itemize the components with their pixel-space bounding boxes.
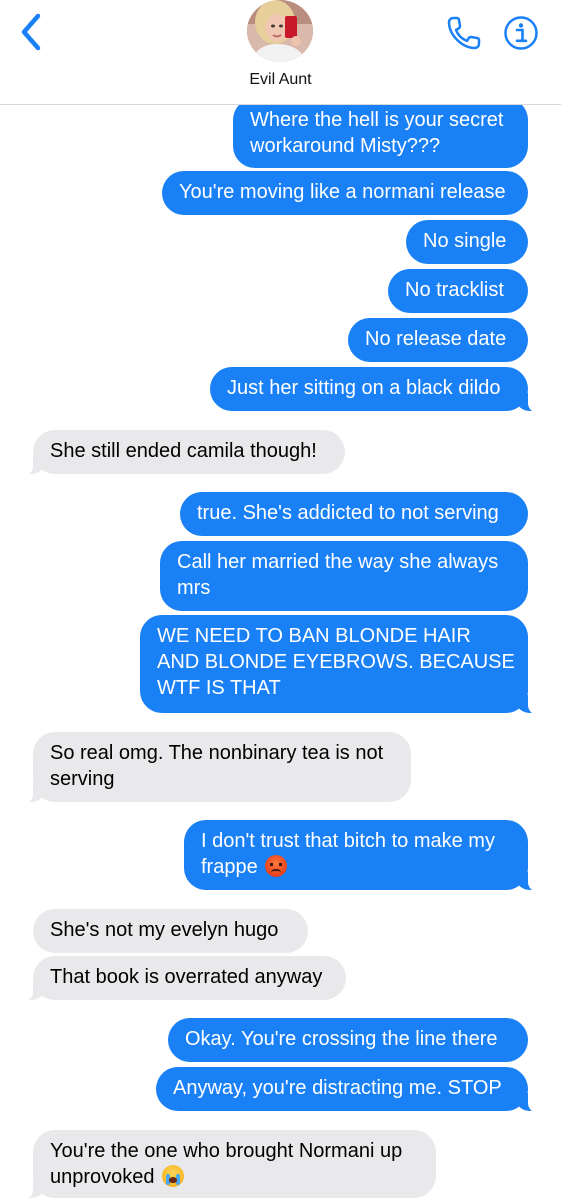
info-button[interactable] [503,15,539,51]
message-text: Okay. You're crossing the line there [185,1028,498,1050]
message-bubble-incoming[interactable]: You're the one who brought Normani up un… [19,1130,436,1200]
phone-icon [447,16,481,50]
call-button[interactable] [444,13,484,53]
message-text: No tracklist [405,279,504,301]
message-text-line: WE NEED TO BAN BLONDE HAIR [157,625,471,647]
message-text-fragment: unprovoked [50,1166,155,1188]
message-bubble-outgoing[interactable]: true. She's addicted to not serving [180,492,528,536]
angry-face-icon [265,855,288,877]
message-bubble-outgoing[interactable]: Just her sitting on a black dildo [210,367,542,413]
message-text: You're moving like a normani release [179,181,506,203]
message-text: That book is overrated anyway [50,966,323,988]
message-text-fragment: frappe [201,856,258,878]
message-text: She's not my evelyn hugo [50,919,279,941]
message-bubble-outgoing[interactable]: Anyway, you're distracting me. STOP [156,1067,542,1113]
message-bubble-outgoing[interactable]: No tracklist [388,269,528,313]
message-bubble-incoming[interactable]: That book is overrated anyway [19,956,346,1002]
message-text: true. She's addicted to not serving [197,502,499,524]
message-text-line: WTF IS THAT [157,677,281,699]
loudly-crying-face-icon [162,1165,185,1187]
info-icon [504,16,538,50]
message-thread[interactable]: Where the hell is your secret workaround… [0,0,561,1200]
contact-photo [247,0,313,62]
chevron-left-icon [21,13,41,51]
message-text-line: serving [50,768,115,790]
message-bubble-outgoing[interactable]: Okay. You're crossing the line there [168,1018,528,1062]
message-text: No single [423,230,507,252]
message-text: She still ended camila though! [50,440,317,462]
conversation-header: Evil Aunt [0,0,561,105]
message-text-line: Where the hell is your secret [250,109,504,131]
message-text-line: unprovoked [50,1164,419,1190]
message-text-line: Call her married the way she always [177,551,499,573]
message-bubble-outgoing[interactable]: No single [406,220,528,264]
message-bubble-outgoing[interactable]: I don't trust that bitch to make my frap… [184,820,542,892]
message-bubble-outgoing[interactable]: WE NEED TO BAN BLONDE HAIR AND BLONDE EY… [140,615,542,715]
back-button[interactable] [14,12,50,52]
message-bubble-outgoing[interactable]: Call her married the way she always mrs [160,541,528,611]
message-bubble-outgoing[interactable]: No release date [348,318,528,362]
message-text-line: You're the one who brought Normani up [50,1140,403,1162]
contact-name[interactable]: Evil Aunt [0,71,561,89]
message-bubble-outgoing[interactable]: Where the hell is your secret workaround… [233,98,528,168]
contact-avatar[interactable] [247,0,313,62]
message-text: No release date [365,328,507,350]
message-text-line: workaround Misty??? [250,135,441,157]
message-text-line: So real omg. The nonbinary tea is not [50,742,384,764]
message-bubble-incoming[interactable]: She still ended camila though! [19,430,345,476]
message-text-line: mrs [177,577,211,599]
message-bubble-incoming[interactable]: So real omg. The nonbinary tea is not se… [19,732,411,804]
message-bubble-incoming[interactable]: She's not my evelyn hugo [33,909,308,953]
message-text: Anyway, you're distracting me. STOP [173,1077,502,1099]
message-text-line: AND BLONDE EYEBROWS. BECAUSE [157,651,515,673]
message-text-line: frappe [201,854,511,880]
message-text: Just her sitting on a black dildo [227,377,501,399]
message-text-line: I don't trust that bitch to make my [201,830,495,852]
message-bubble-outgoing[interactable]: You're moving like a normani release [162,171,528,215]
